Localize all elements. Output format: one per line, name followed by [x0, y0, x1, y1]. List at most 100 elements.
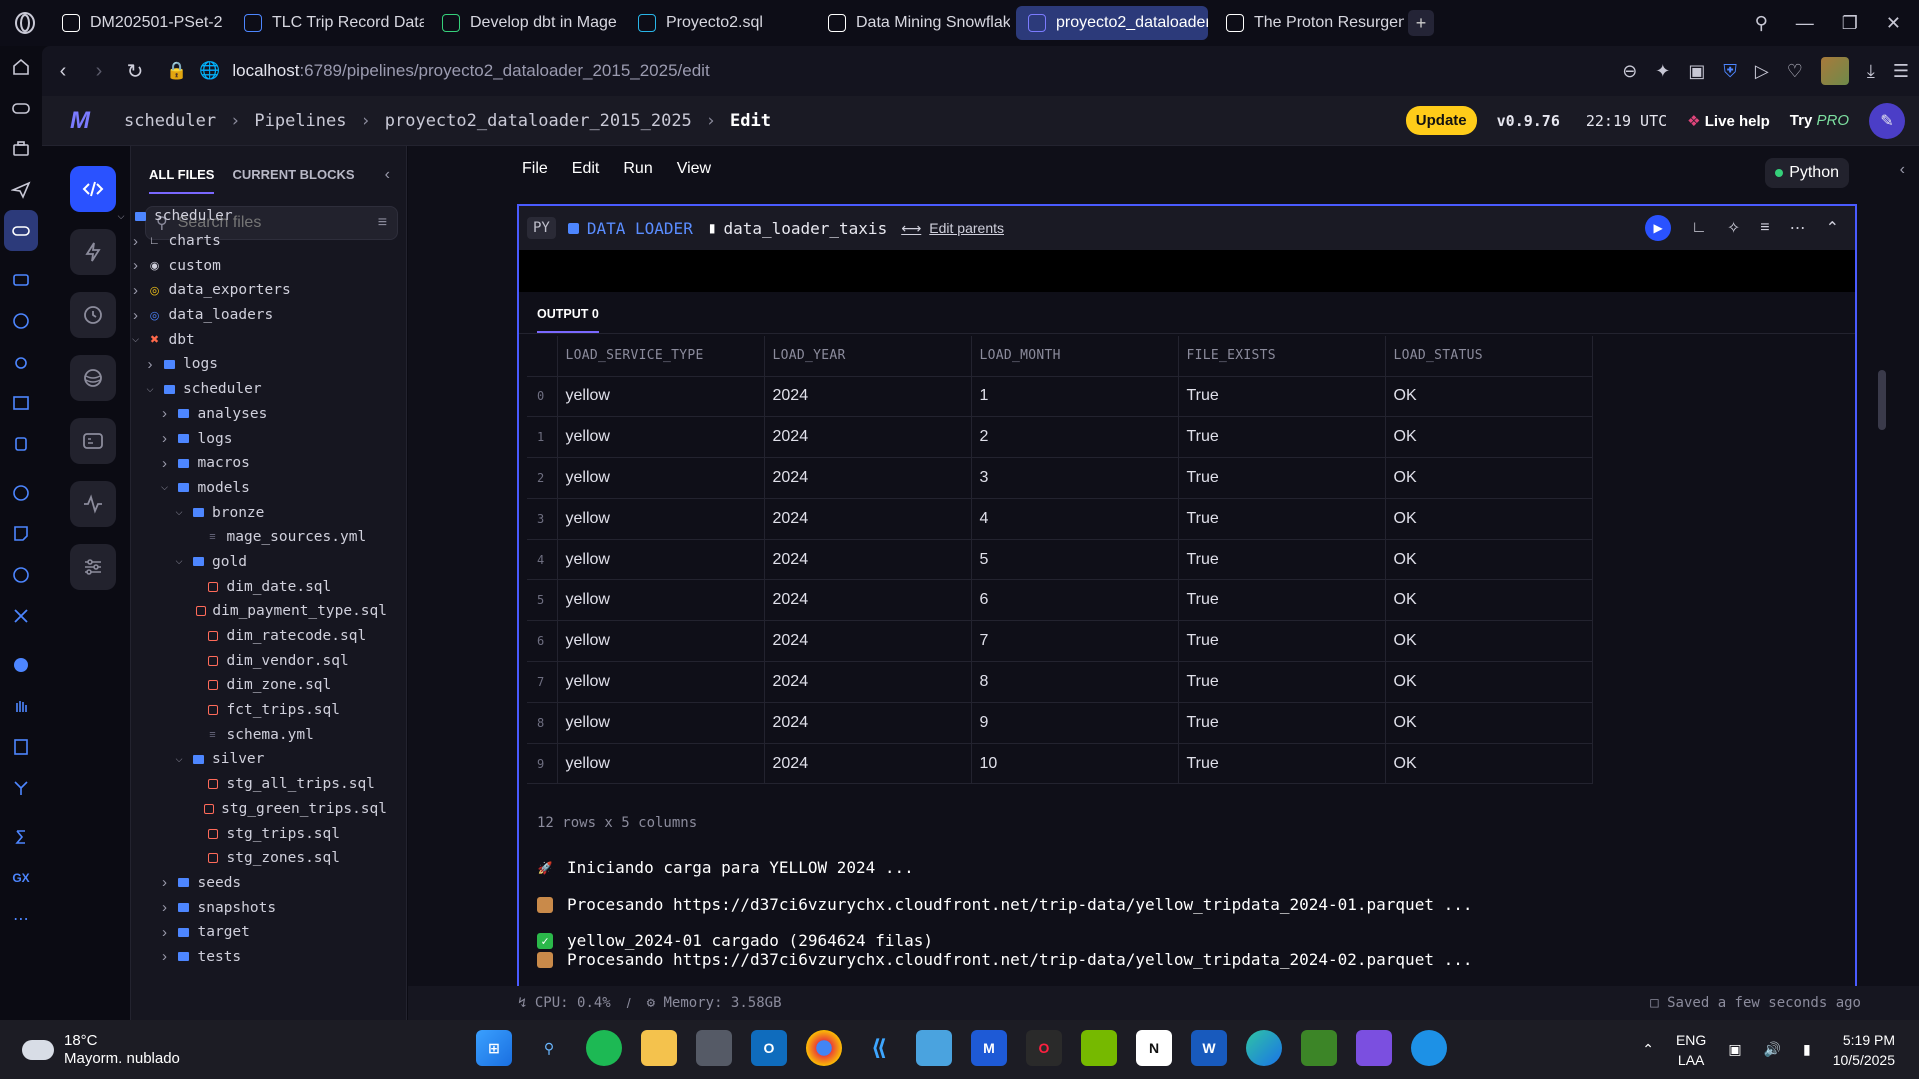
browser-tab[interactable]: The Proton Resurgence: [1214, 6, 1404, 40]
notepad-icon[interactable]: [916, 1030, 952, 1066]
tree-item[interactable]: › ◎ data_exporters: [110, 278, 387, 303]
block-name[interactable]: data_loader_taxis: [723, 219, 887, 238]
mage-taskbar-icon[interactable]: M: [971, 1030, 1007, 1066]
menu-icon[interactable]: ☰: [1893, 61, 1909, 82]
mage-logo-icon[interactable]: M: [70, 107, 110, 135]
kernel-button[interactable]: Python: [1765, 158, 1849, 188]
tree-item[interactable]: ≡ mage_sources.yml: [110, 525, 387, 550]
tree-item[interactable]: ⌵ ✖ dbt: [110, 327, 387, 352]
chatgpt-icon[interactable]: [0, 472, 42, 513]
breadcrumb-pipelines[interactable]: Pipelines: [254, 111, 346, 131]
system-clock[interactable]: 5:19 PM 10/5/2025: [1833, 1030, 1895, 1070]
download-icon[interactable]: ⤓: [1867, 61, 1875, 82]
tree-item[interactable]: ⌵ bronze: [110, 500, 387, 525]
tree-item[interactable]: › ◎ data_loaders: [110, 303, 387, 328]
forward-button[interactable]: ›: [84, 60, 114, 83]
tab-all-files[interactable]: ALL FILES: [149, 167, 215, 194]
battery-icon[interactable]: ▮: [1803, 1041, 1811, 1058]
zoom-icon[interactable]: ⊖: [1622, 61, 1637, 82]
block-settings-icon[interactable]: ≡: [1760, 219, 1769, 237]
menu-view[interactable]: View: [677, 160, 711, 178]
file-explorer-icon[interactable]: [641, 1030, 677, 1066]
volume-icon[interactable]: 🔊: [1764, 1041, 1781, 1058]
chrome-icon[interactable]: [806, 1030, 842, 1066]
tree-item[interactable]: › target: [110, 920, 387, 945]
reload-button[interactable]: ↻: [120, 59, 150, 84]
pin-icon[interactable]: ✦: [1655, 61, 1670, 82]
tab-output-0[interactable]: OUTPUT 0: [537, 307, 599, 333]
tab-current-blocks[interactable]: CURRENT BLOCKS: [232, 167, 354, 194]
pinwheel-icon[interactable]: [0, 767, 42, 808]
column-header[interactable]: LOAD_SERVICE_TYPE: [557, 336, 765, 377]
robot-icon[interactable]: [0, 423, 42, 464]
briefcase-icon[interactable]: [0, 128, 42, 169]
book-icon[interactable]: [0, 726, 42, 767]
app-cube-icon[interactable]: [696, 1030, 732, 1066]
language-indicator[interactable]: ENG LAA: [1676, 1030, 1706, 1070]
layout-icon[interactable]: [0, 382, 42, 423]
snapshot-icon[interactable]: ▣: [1688, 61, 1705, 82]
tree-item[interactable]: › logs: [110, 426, 387, 451]
nvidia-icon[interactable]: [1081, 1030, 1117, 1066]
tree-item[interactable]: dim_ratecode.sql: [110, 624, 387, 649]
url-field[interactable]: 🔒 🌐 localhost:6789/pipelines/proyecto2_d…: [166, 61, 710, 81]
browser-tab[interactable]: Develop dbt in Mage - M: [430, 6, 620, 40]
tree-item[interactable]: › logs: [110, 352, 387, 377]
chart-icon[interactable]: ∟: [1691, 219, 1707, 237]
tree-item[interactable]: dim_date.sql: [110, 574, 387, 599]
output-scrollbar[interactable]: [1878, 370, 1886, 430]
profile-avatar[interactable]: [1820, 57, 1849, 85]
outlook-icon[interactable]: O: [751, 1030, 787, 1066]
tree-item[interactable]: stg_all_trips.sql: [110, 772, 387, 797]
column-header[interactable]: LOAD_MONTH: [971, 336, 1179, 377]
browser-tab[interactable]: TLC Trip Record Data - T: [232, 6, 424, 40]
paperplane-icon[interactable]: [0, 169, 42, 210]
more-icon[interactable]: ⋯: [0, 898, 42, 939]
column-header[interactable]: LOAD_STATUS: [1385, 336, 1593, 377]
tree-item[interactable]: dim_zone.sql: [110, 673, 387, 698]
browser-tab[interactable]: Proyecto2.sql: [626, 6, 810, 40]
twitch-icon[interactable]: [0, 513, 42, 554]
vscode-icon[interactable]: ⟪: [861, 1030, 897, 1066]
send-icon[interactable]: ▷: [1755, 61, 1769, 82]
bug-icon[interactable]: [0, 341, 42, 382]
opera-gx-icon[interactable]: O: [1026, 1030, 1062, 1066]
column-header[interactable]: LOAD_YEAR: [764, 336, 972, 377]
search-taskbar-icon[interactable]: ⚲: [531, 1030, 567, 1066]
spotify-icon[interactable]: [0, 644, 42, 685]
breadcrumb-project[interactable]: scheduler: [124, 111, 216, 131]
x-icon[interactable]: [0, 595, 42, 636]
menu-edit[interactable]: Edit: [572, 160, 600, 178]
tree-item[interactable]: stg_zones.sql: [110, 846, 387, 871]
tree-item[interactable]: ⌵ silver: [110, 747, 387, 772]
tree-item[interactable]: stg_trips.sql: [110, 821, 387, 846]
collapse-panel-icon[interactable]: ‹: [385, 166, 390, 184]
update-button[interactable]: Update: [1405, 106, 1477, 135]
helpdesk-icon[interactable]: [0, 300, 42, 341]
tree-item[interactable]: › snapshots: [110, 895, 387, 920]
tree-item[interactable]: › tests: [110, 945, 387, 970]
sparkles-icon[interactable]: ✧: [1727, 218, 1740, 238]
browser-tab[interactable]: Data Mining Snowflake d: [816, 6, 1010, 40]
code-editor[interactable]: [519, 250, 1855, 292]
maximize-button[interactable]: ❐: [1842, 13, 1858, 34]
tree-item[interactable]: ⌵ gold: [110, 550, 387, 575]
run-block-button[interactable]: ▶: [1645, 215, 1672, 241]
windows-start-icon[interactable]: ⊞: [476, 1030, 512, 1066]
tree-item[interactable]: › ◉ custom: [110, 253, 387, 278]
menu-file[interactable]: File: [522, 160, 548, 178]
tree-item[interactable]: › seeds: [110, 871, 387, 896]
workspace-icon[interactable]: [4, 210, 38, 251]
network-icon[interactable]: ▣: [1728, 1041, 1741, 1058]
whatsapp-icon[interactable]: [0, 554, 42, 595]
shield-icon[interactable]: ⛨: [1723, 61, 1737, 82]
minecraft-icon[interactable]: [1301, 1030, 1337, 1066]
edge-icon[interactable]: [1246, 1030, 1282, 1066]
search-tabs-icon[interactable]: ⚲: [1755, 13, 1768, 34]
home-icon[interactable]: [0, 46, 42, 87]
tree-item[interactable]: ⌵ scheduler: [110, 204, 387, 229]
word-icon[interactable]: W: [1191, 1030, 1227, 1066]
breadcrumb-pipeline[interactable]: proyecto2_dataloader_2015_2025: [385, 111, 692, 131]
more-options-icon[interactable]: ⋯: [1790, 218, 1806, 238]
new-tab-button[interactable]: +: [1408, 10, 1434, 36]
